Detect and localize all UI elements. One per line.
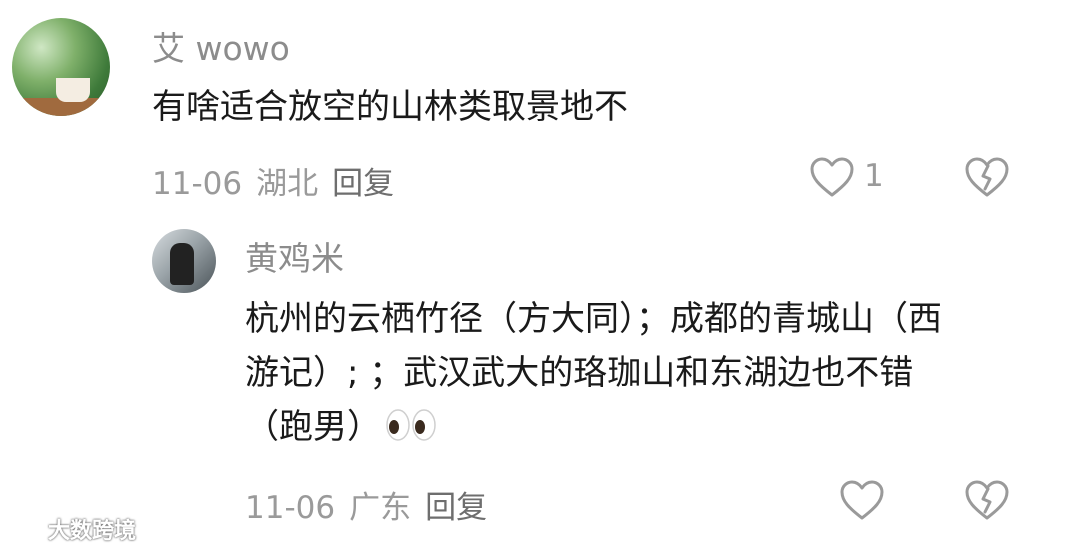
watermark-logo-icon [9,520,47,542]
comment-text: 有啥适合放空的山林类取景地不 [152,87,628,127]
reply-text-line-with-emoji: （跑男） [245,400,1045,454]
like-count: 1 [864,158,884,194]
reply-text-line: （跑男） [245,407,381,447]
comment-reply-button[interactable]: 回复 [332,166,394,202]
reply-text-line: 游记）; ；武汉武大的珞珈山和东湖边也不错 [245,353,914,393]
watermark: 大数跨境 [8,513,136,545]
reply-date: 11-06 [245,490,336,526]
avatar-cup-detail [56,78,90,102]
reply-location: 广东 [349,490,412,526]
broken-heart-icon[interactable] [964,156,1010,198]
avatar[interactable] [152,229,216,293]
eyes-emoji-icon [386,409,436,441]
comment-author-name[interactable]: 艾 wowo [152,22,290,70]
heart-outline-icon[interactable] [839,479,885,521]
avatar[interactable] [12,18,110,116]
comment-date: 11-06 [152,166,243,202]
comment-location: 湖北 [256,166,319,202]
broken-heart-icon[interactable] [964,479,1010,521]
watermark-text: 大数跨境 [48,519,137,544]
avatar-figure-detail [170,243,194,285]
reply-meta: 11-06 广东 回复 [245,482,501,527]
comment-meta: 11-06 湖北 回复 [152,158,408,203]
heart-outline-icon[interactable] [809,156,855,198]
reply-author-name[interactable]: 黄鸡米 [245,232,344,280]
reply-text: 杭州的云栖竹径（方大同）；成都的青城山（西 游记）; ；武汉武大的珞珈山和东湖边… [245,292,1045,454]
reply-text-line: 杭州的云栖竹径（方大同）；成都的青城山（西 [245,299,942,339]
reply-reply-button[interactable]: 回复 [425,490,487,526]
